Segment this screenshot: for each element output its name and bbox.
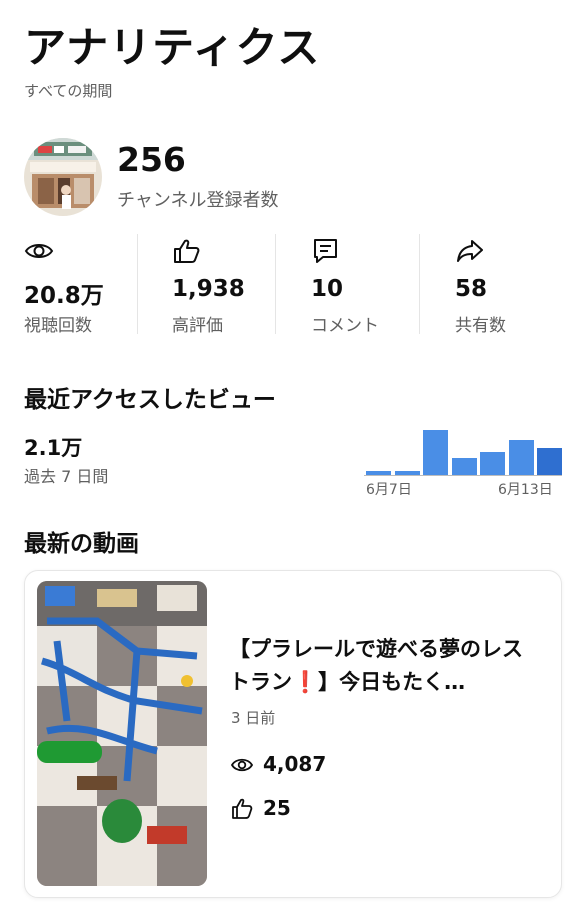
recent-views-value: 2.1万 <box>24 436 83 460</box>
recent-views-heading: 最近アクセスしたビュー <box>24 387 276 413</box>
divider <box>419 234 420 334</box>
subscriber-count: 256 <box>117 140 186 179</box>
stat-value: 10 <box>311 276 344 302</box>
share-icon <box>455 238 485 264</box>
stat-label: 高評価 <box>172 316 223 336</box>
eye-icon <box>230 754 254 776</box>
chart-bar <box>423 430 448 475</box>
stats-row: 20.8万 視聴回数 1,938 高評価 10 コメント 58 共有数 <box>0 232 585 336</box>
chart-tick-label: 6月13日 <box>498 482 553 498</box>
comment-icon <box>311 238 341 264</box>
video-thumbnail[interactable] <box>37 581 207 886</box>
chart-bar <box>480 452 505 475</box>
video-age: 3 日前 <box>231 709 276 727</box>
stat-value: 1,938 <box>172 276 245 302</box>
stat-value: 20.8万 <box>24 283 104 309</box>
channel-avatar[interactable] <box>24 138 102 216</box>
stat-value: 58 <box>455 276 488 302</box>
chart-bar <box>452 458 477 475</box>
stat-label: コメント <box>311 316 379 336</box>
chart-tick-label: 6月7日 <box>366 482 412 498</box>
video-views: 4,087 <box>263 752 327 776</box>
subscriber-label: チャンネル登録者数 <box>117 190 279 211</box>
chart-bar <box>537 448 562 475</box>
video-likes: 25 <box>263 796 291 820</box>
stat-label: 共有数 <box>455 316 506 336</box>
latest-videos-heading: 最新の動画 <box>24 531 139 557</box>
stat-label: 視聴回数 <box>24 316 92 336</box>
chart-baseline <box>364 475 562 476</box>
period-selector[interactable]: すべての期間 <box>24 80 112 101</box>
chart-bar <box>366 471 391 475</box>
thumbs-up-icon <box>231 798 253 820</box>
recent-views-chart[interactable]: 6月7日 6月13日 <box>364 422 564 502</box>
chart-bar <box>395 471 420 475</box>
thumbs-up-icon <box>172 238 202 264</box>
page-title: アナリティクス <box>24 23 321 72</box>
chart-bar <box>509 440 534 475</box>
divider <box>275 234 276 334</box>
video-title[interactable]: 【プラレールで遊べる夢のレストラン❗】今日もたく… <box>229 633 539 699</box>
eye-icon <box>24 238 54 264</box>
recent-views-period: 過去 7 日間 <box>24 467 109 486</box>
divider <box>137 234 138 334</box>
exclamation-icon: ❗ <box>292 670 319 694</box>
latest-video-card[interactable]: 【プラレールで遊べる夢のレストラン❗】今日もたく… 3 日前 4,087 25 <box>24 570 562 898</box>
